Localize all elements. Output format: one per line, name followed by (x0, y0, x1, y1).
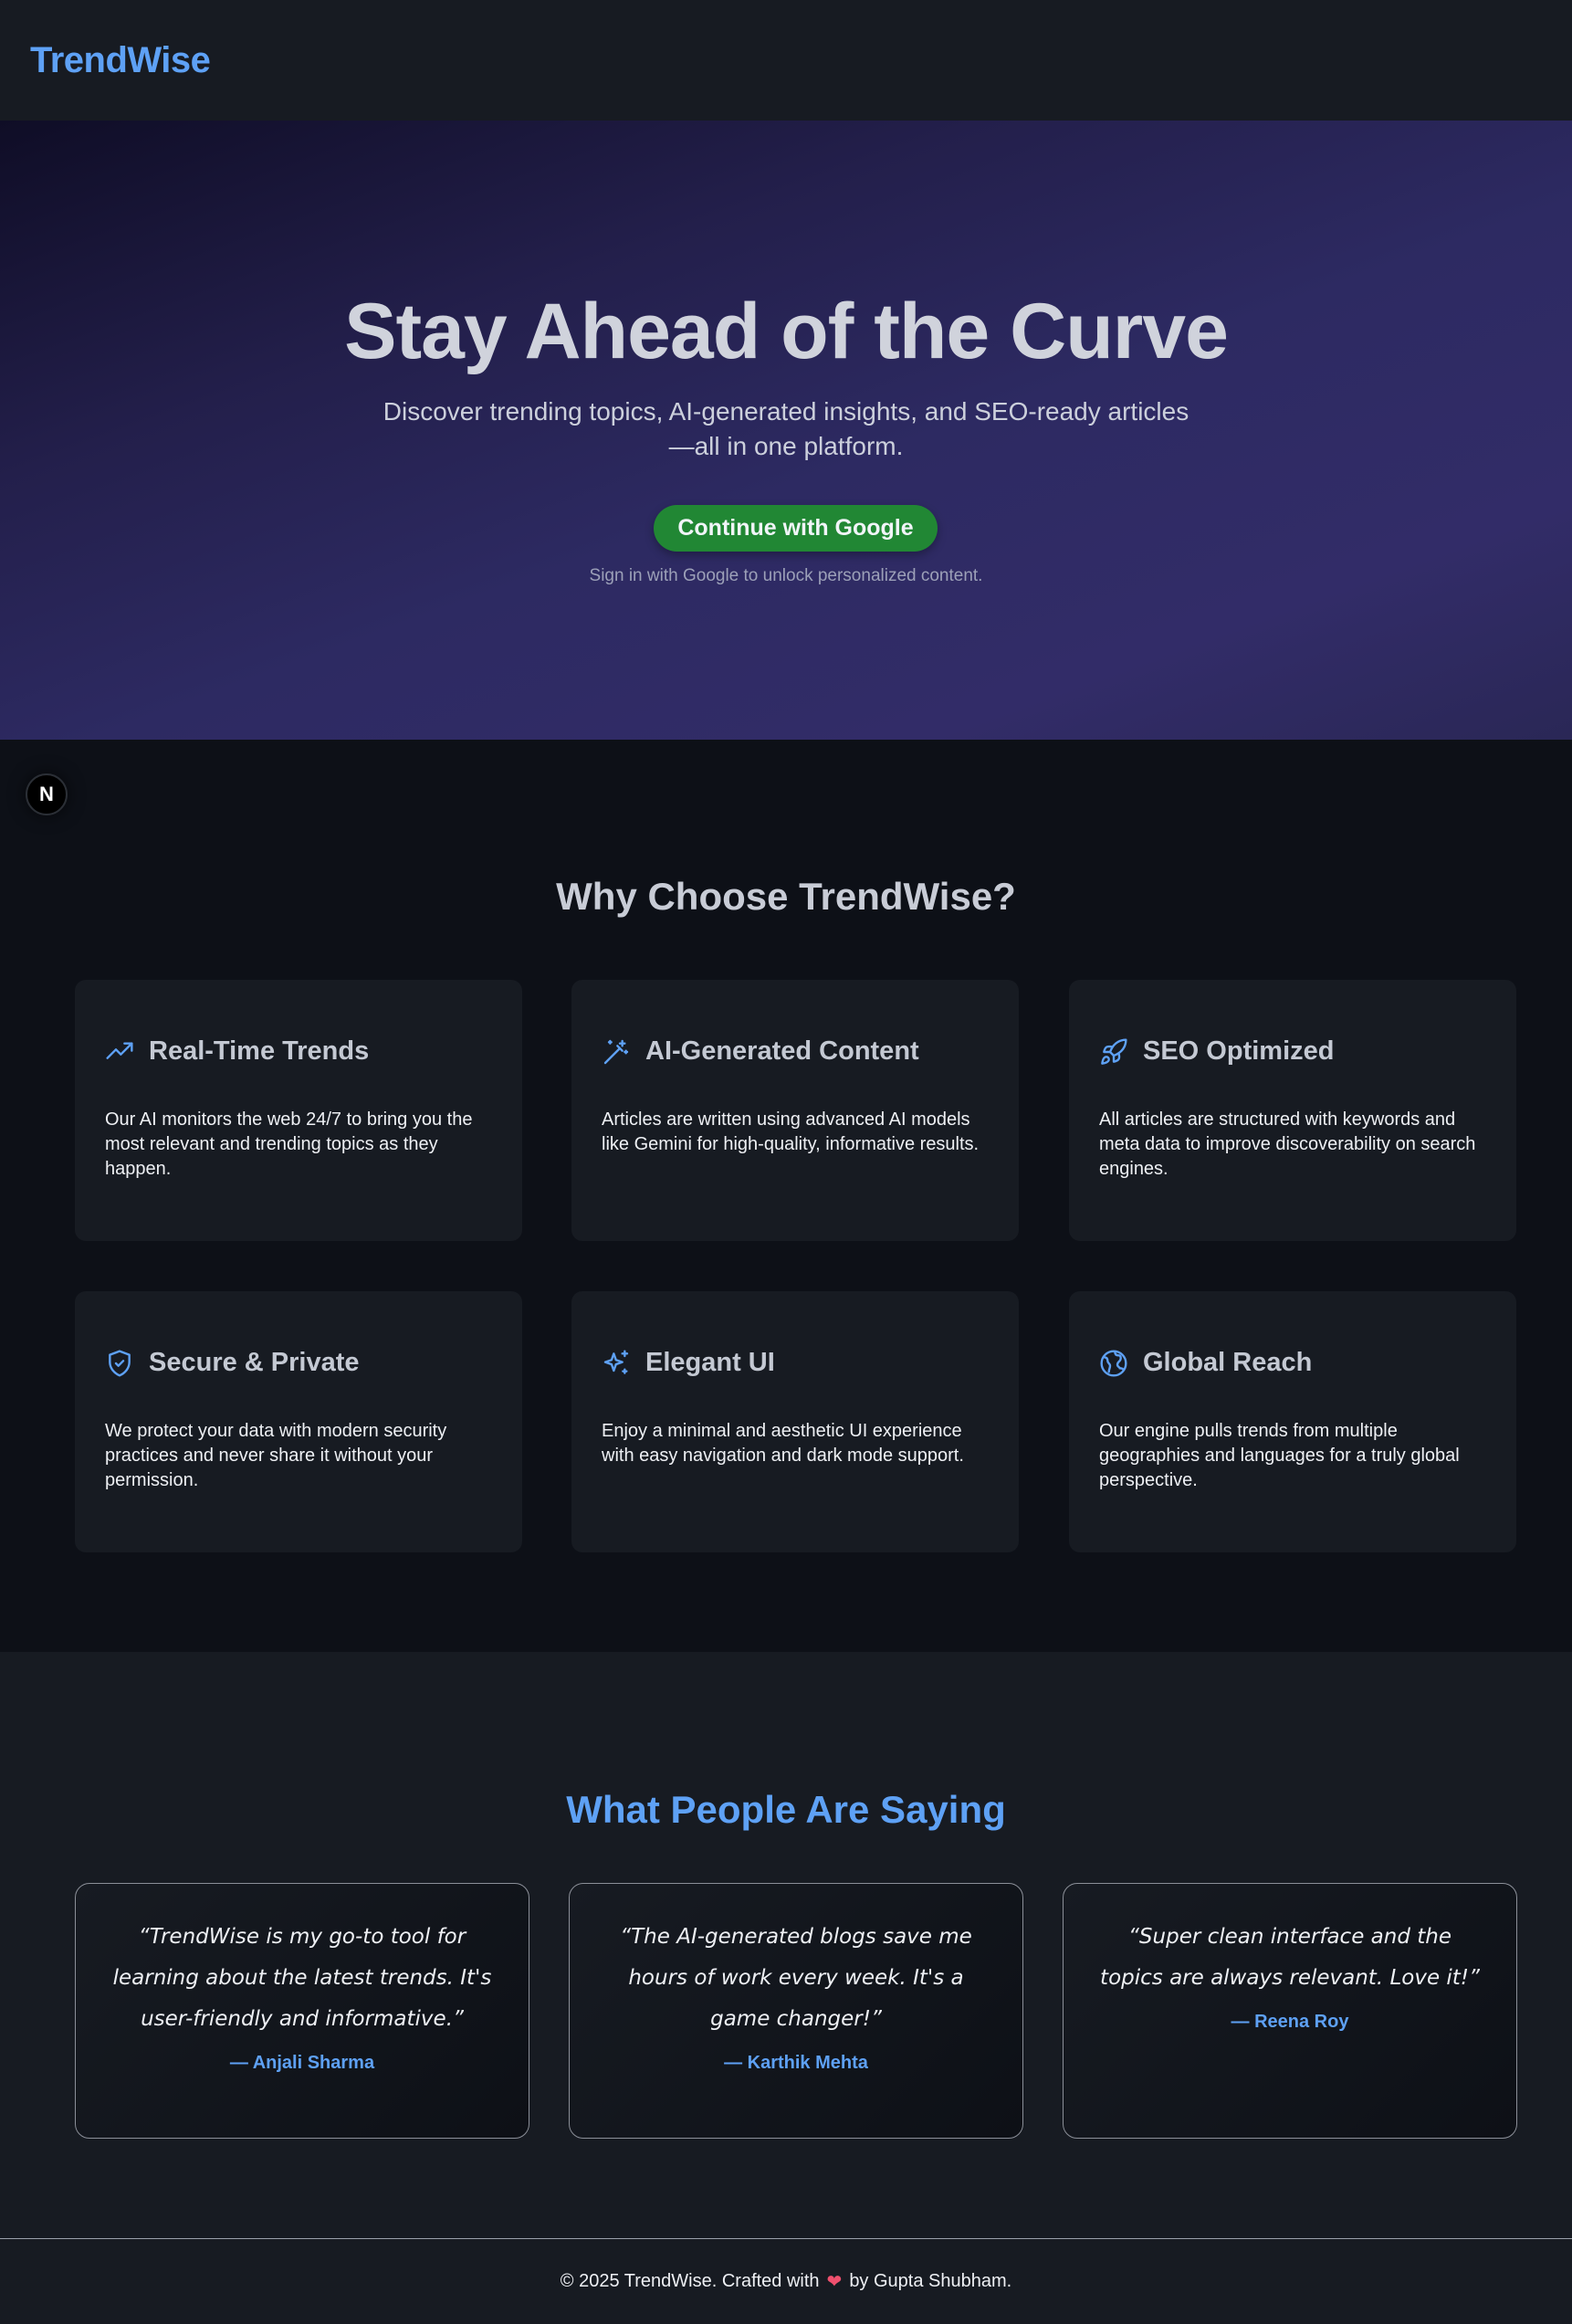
feature-card-real-time-trends: Real-Time Trends Our AI monitors the web… (75, 980, 522, 1241)
testimonial-quote: “The AI-generated blogs save me hours of… (620, 1925, 972, 2031)
testimonial-author: — Karthik Mehta (724, 2053, 868, 2073)
feature-description: We protect your data with modern securit… (105, 1421, 447, 1490)
testimonial-card: “TrendWise is my go-to tool for learning… (75, 1883, 529, 2139)
globe-icon (1099, 1349, 1128, 1378)
shield-check-icon (105, 1349, 134, 1378)
rocket-icon (1099, 1037, 1128, 1067)
hero-title: Stay Ahead of the Curve (344, 288, 1229, 375)
hero-subtitle: Discover trending topics, AI-generated i… (383, 397, 1189, 460)
feature-card-ai-generated-content: AI-Generated Content Articles are writte… (571, 980, 1019, 1241)
sign-in-hint: Sign in with Google to unlock personaliz… (589, 566, 983, 585)
feature-title: Elegant UI (645, 1348, 775, 1377)
feature-title: AI-Generated Content (645, 1036, 919, 1066)
feature-title: Secure & Private (149, 1348, 360, 1377)
feature-title: SEO Optimized (1143, 1036, 1335, 1066)
feature-description: Enjoy a minimal and aesthetic UI experie… (602, 1421, 964, 1466)
feature-description: Our engine pulls trends from multiple ge… (1099, 1421, 1460, 1490)
trending-up-icon (105, 1037, 134, 1067)
feature-card-seo-optimized: SEO Optimized All articles are structure… (1069, 980, 1516, 1241)
brand-logo[interactable]: TrendWise (30, 40, 211, 81)
testimonial-card: “Super clean interface and the topics ar… (1063, 1883, 1517, 2139)
features-title: Why Choose TrendWise? (556, 875, 1016, 918)
feature-description: Articles are written using advanced AI m… (602, 1109, 980, 1154)
testimonials-title: What People Are Saying (566, 1788, 1006, 1831)
hero-section: Stay Ahead of the Curve Discover trendin… (0, 121, 1572, 740)
feature-card-elegant-ui: Elegant UI Enjoy a minimal and aesthetic… (571, 1291, 1019, 1552)
feature-title: Real-Time Trends (149, 1036, 370, 1066)
feature-card-global-reach: Global Reach Our engine pulls trends fro… (1069, 1291, 1516, 1552)
testimonial-card: “The AI-generated blogs save me hours of… (569, 1883, 1023, 2139)
footer-copyright: © 2025 TrendWise. Crafted with (560, 2271, 820, 2291)
footer-credit: by Gupta Shubham. (849, 2271, 1012, 2291)
site-footer: © 2025 TrendWise. Crafted with ❤ by Gupt… (0, 2238, 1572, 2324)
testimonial-quote: “Super clean interface and the topics ar… (1100, 1925, 1480, 1990)
testimonial-author: — Reena Roy (1231, 2012, 1349, 2032)
site-header: TrendWise (0, 0, 1572, 121)
feature-card-secure-private: Secure & Private We protect your data wi… (75, 1291, 522, 1552)
feature-title: Global Reach (1143, 1348, 1313, 1377)
testimonial-author: — Anjali Sharma (229, 2053, 375, 2073)
feature-description: All articles are structured with keyword… (1099, 1109, 1476, 1179)
dev-tools-badge[interactable]: N (26, 773, 68, 815)
testimonial-quote: “TrendWise is my go-to tool for learning… (112, 1925, 492, 2031)
sparkles-icon (602, 1349, 631, 1378)
continue-with-google-button[interactable]: Continue with Google (654, 505, 938, 552)
feature-description: Our AI monitors the web 24/7 to bring yo… (105, 1109, 473, 1179)
heart-icon: ❤ (826, 2272, 843, 2292)
magic-wand-icon (602, 1037, 631, 1067)
